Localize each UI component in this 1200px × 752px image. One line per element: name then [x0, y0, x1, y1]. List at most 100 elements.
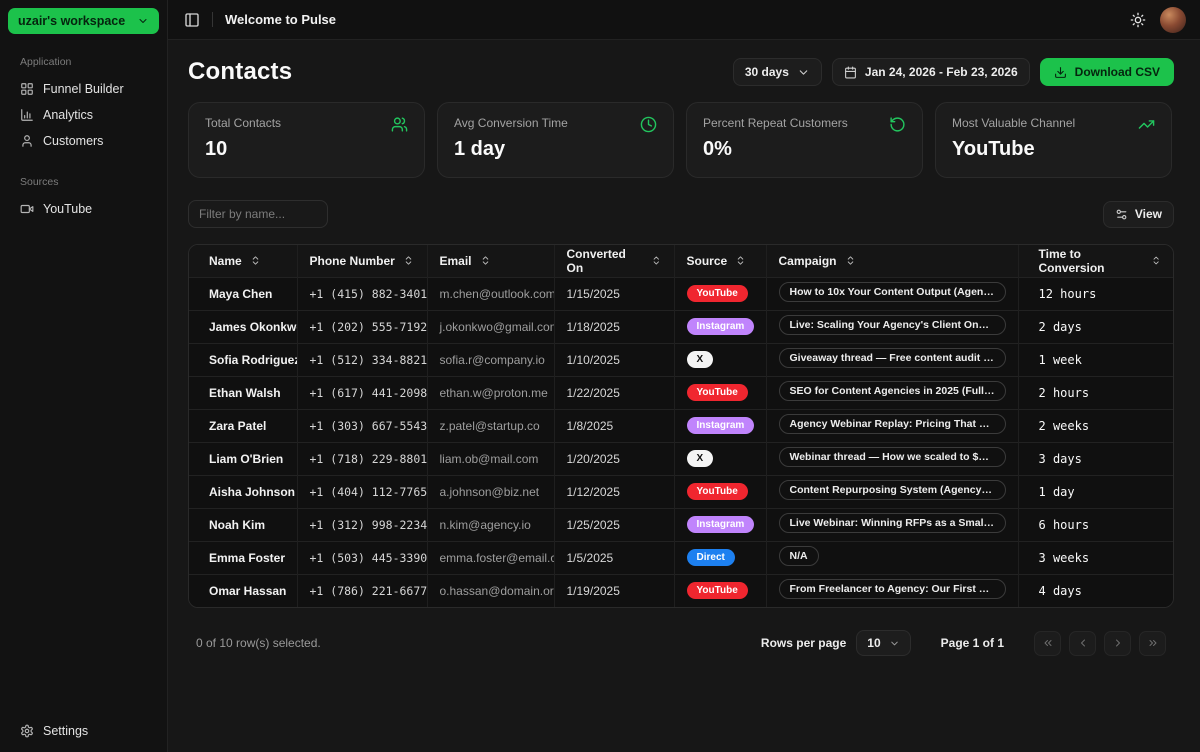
range-select-value: 30 days — [745, 65, 789, 79]
sidebar-item-youtube[interactable]: YouTube — [8, 196, 159, 222]
workspace-selector[interactable]: uzair's workspace — [8, 8, 159, 34]
contact-email: liam.ob@mail.com — [427, 442, 554, 475]
stat-label: Avg Conversion Time — [454, 116, 568, 130]
contact-name: James Okonkwo — [189, 310, 297, 343]
table-row[interactable]: Zara Patel+1 (303) 667-5543z.patel@start… — [189, 409, 1173, 442]
page-header: Contacts 30 days Jan 24, 2026 - Feb 23, … — [188, 58, 1174, 86]
column-header-source[interactable]: Source — [674, 245, 766, 277]
contact-name: Omar Hassan — [189, 574, 297, 607]
user-icon — [20, 134, 34, 148]
first-page-button[interactable] — [1034, 631, 1061, 656]
column-header-campaign[interactable]: Campaign — [766, 245, 1018, 277]
rows-per-page-value: 10 — [867, 636, 880, 650]
contact-email: j.okonkwo@gmail.com — [427, 310, 554, 343]
source-badge: Instagram — [687, 417, 755, 434]
user-avatar[interactable] — [1160, 7, 1186, 33]
contact-name: Liam O'Brien — [189, 442, 297, 475]
contact-converted-on: 1/18/2025 — [554, 310, 674, 343]
table-row[interactable]: Aisha Johnson+1 (404) 112-7765a.johnson@… — [189, 475, 1173, 508]
contact-phone: +1 (786) 221-6677 — [297, 574, 427, 607]
date-range-value: Jan 24, 2026 - Feb 23, 2026 — [865, 65, 1018, 79]
contact-phone: +1 (202) 555-7192 — [297, 310, 427, 343]
rows-selected-text: 0 of 10 row(s) selected. — [196, 636, 321, 650]
column-header-name[interactable]: Name — [189, 245, 297, 277]
contact-converted-on: 1/19/2025 — [554, 574, 674, 607]
column-header-converted-on[interactable]: Converted On — [554, 245, 674, 277]
chevron-down-icon — [797, 66, 810, 79]
table-row[interactable]: Liam O'Brien+1 (718) 229-8801liam.ob@mai… — [189, 442, 1173, 475]
contact-phone: +1 (512) 334-8821 — [297, 343, 427, 376]
table-row[interactable]: Emma Foster+1 (503) 445-3390emma.foster@… — [189, 541, 1173, 574]
rows-per-page-select[interactable]: 10 — [856, 630, 910, 656]
contact-email: a.johnson@biz.net — [427, 475, 554, 508]
contact-phone: +1 (303) 667-5543 — [297, 409, 427, 442]
table-row[interactable]: James Okonkwo+1 (202) 555-7192j.okonkwo@… — [189, 310, 1173, 343]
source-badge: Instagram — [687, 516, 755, 533]
sidebar-item-label: Funnel Builder — [43, 82, 124, 96]
contact-email: z.patel@startup.co — [427, 409, 554, 442]
sidebar-item-label: Settings — [43, 724, 88, 738]
table-row[interactable]: Maya Chen+1 (415) 882-3401m.chen@outlook… — [189, 277, 1173, 310]
trending-up-icon — [1138, 116, 1155, 133]
sidebar-item-funnel-builder[interactable]: Funnel Builder — [8, 76, 159, 102]
contact-phone: +1 (415) 882-3401 — [297, 277, 427, 310]
contact-converted-on: 1/22/2025 — [554, 376, 674, 409]
download-csv-button[interactable]: Download CSV — [1040, 58, 1174, 86]
column-header-email[interactable]: Email — [427, 245, 554, 277]
sort-icon — [845, 255, 856, 266]
previous-page-button[interactable] — [1069, 631, 1096, 656]
table-row[interactable]: Omar Hassan+1 (786) 221-6677o.hassan@dom… — [189, 574, 1173, 607]
workspace-name: uzair's workspace — [18, 14, 125, 28]
contact-name: Maya Chen — [189, 277, 297, 310]
contact-converted-on: 1/8/2025 — [554, 409, 674, 442]
stat-card-total-contacts: Total Contacts 10 — [188, 102, 425, 178]
rows-per-page-label: Rows per page — [761, 636, 846, 650]
sidebar-item-settings[interactable]: Settings — [8, 718, 159, 744]
contact-converted-on: 1/20/2025 — [554, 442, 674, 475]
next-page-button[interactable] — [1104, 631, 1131, 656]
campaign-badge: N/A — [779, 546, 819, 566]
sidebar-section-application: Application Funnel Builder Analytics Cus… — [8, 56, 159, 154]
sidebar-item-customers[interactable]: Customers — [8, 128, 159, 154]
sidebar-item-analytics[interactable]: Analytics — [8, 102, 159, 128]
source-badge: Direct — [687, 549, 735, 566]
table-row[interactable]: Noah Kim+1 (312) 998-2234n.kim@agency.io… — [189, 508, 1173, 541]
date-range-picker[interactable]: Jan 24, 2026 - Feb 23, 2026 — [832, 58, 1030, 86]
header-controls: 30 days Jan 24, 2026 - Feb 23, 2026 Down… — [733, 58, 1174, 86]
table-row[interactable]: Sofia Rodriguez+1 (512) 334-8821sofia.r@… — [189, 343, 1173, 376]
rotate-ccw-icon — [889, 116, 906, 133]
column-header-time-to-conversion[interactable]: Time to Conversion — [1018, 245, 1173, 277]
theme-toggle-button[interactable] — [1130, 12, 1146, 28]
source-badge: Instagram — [687, 318, 755, 335]
stat-label: Most Valuable Channel — [952, 116, 1075, 130]
sidebar-toggle-button[interactable] — [184, 12, 200, 28]
sort-icon — [735, 255, 746, 266]
contact-name: Sofia Rodriguez — [189, 343, 297, 376]
divider — [212, 12, 213, 27]
campaign-badge: Live: Scaling Your Agency's Client Onboa… — [779, 315, 1006, 335]
sidebar-item-label: Customers — [43, 134, 103, 148]
contact-converted-on: 1/5/2025 — [554, 541, 674, 574]
page-info: Page 1 of 1 — [941, 636, 1004, 650]
stat-card-percent-repeat: Percent Repeat Customers 0% — [686, 102, 923, 178]
contact-phone: +1 (503) 445-3390 — [297, 541, 427, 574]
sidebar-footer: Settings — [8, 718, 159, 744]
campaign-badge: Content Repurposing System (Agency Owner… — [779, 480, 1006, 500]
contact-converted-on: 1/12/2025 — [554, 475, 674, 508]
stat-label: Percent Repeat Customers — [703, 116, 848, 130]
stat-label: Total Contacts — [205, 116, 281, 130]
filter-by-name-input[interactable] — [188, 200, 328, 228]
contact-email: n.kim@agency.io — [427, 508, 554, 541]
panel-left-icon — [184, 12, 200, 28]
column-header-phone[interactable]: Phone Number — [297, 245, 427, 277]
last-page-button[interactable] — [1139, 631, 1166, 656]
sidebar: uzair's workspace Application Funnel Bui… — [0, 0, 168, 752]
table-row[interactable]: Ethan Walsh+1 (617) 441-2098ethan.w@prot… — [189, 376, 1173, 409]
contact-name: Noah Kim — [189, 508, 297, 541]
source-badge: YouTube — [687, 285, 748, 302]
contact-time-to-conversion: 4 days — [1018, 574, 1173, 607]
range-select[interactable]: 30 days — [733, 58, 822, 86]
campaign-badge: Giveaway thread — Free content audit for… — [779, 348, 1006, 368]
view-options-button[interactable]: View — [1103, 201, 1174, 228]
gear-icon — [20, 724, 34, 738]
